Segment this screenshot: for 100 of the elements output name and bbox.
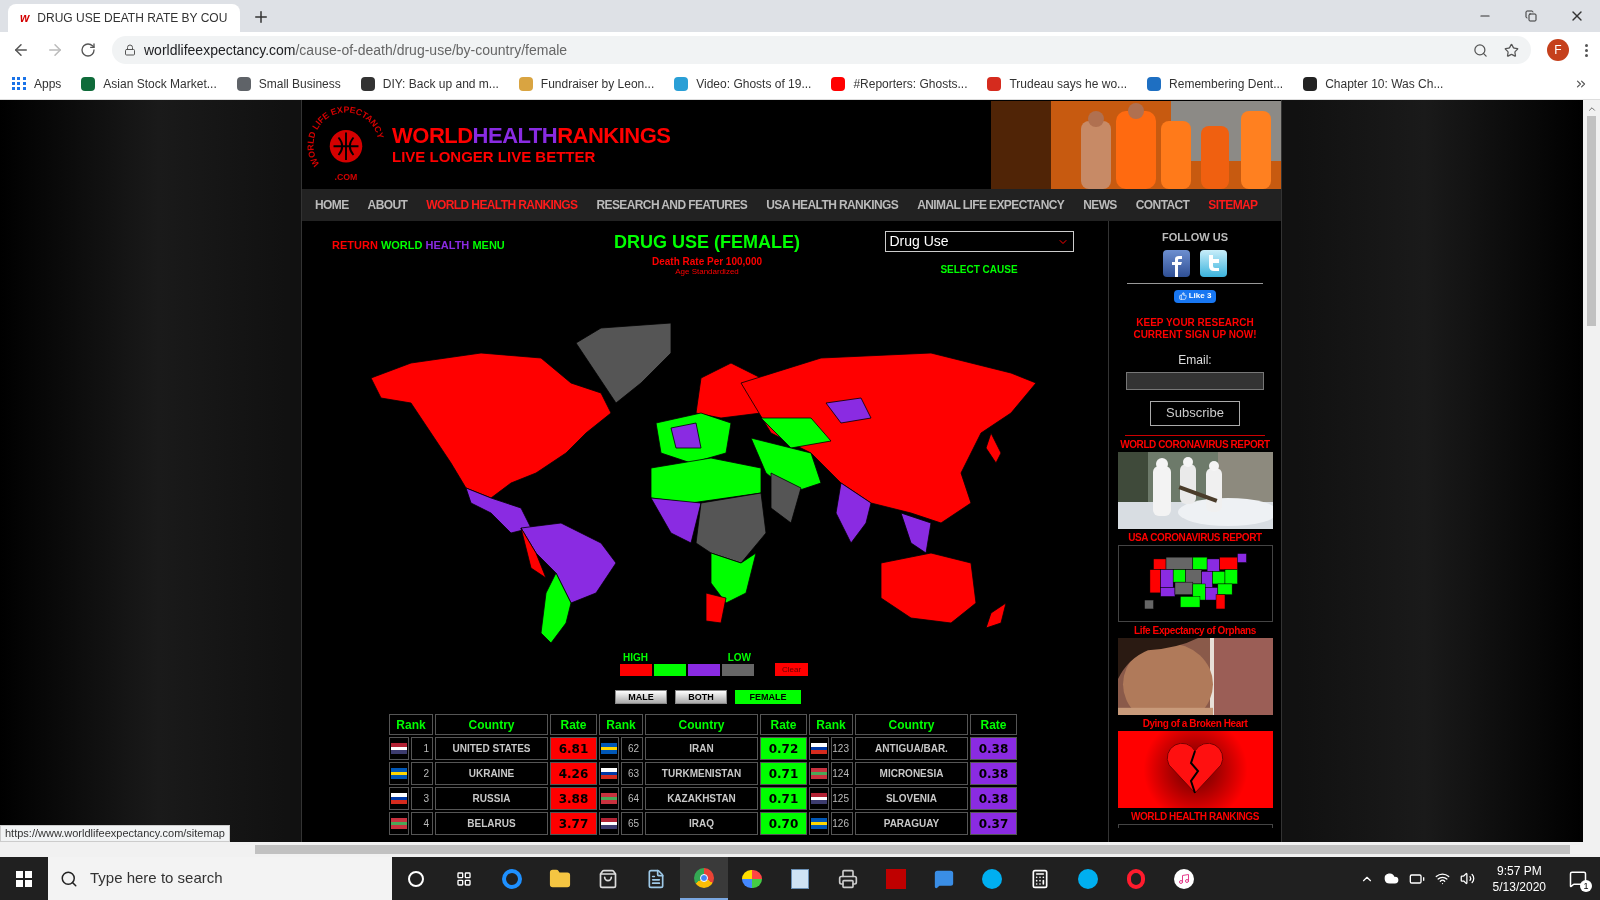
country-cell[interactable]: IRAQ [645,812,758,835]
feature-title[interactable]: Life Expectancy of Orphans [1134,623,1256,638]
cause-select[interactable]: Drug Use [884,231,1074,252]
bookmark-label: Chapter 10: Was Ch... [1325,75,1444,93]
legend-swatch[interactable] [722,664,754,676]
country-cell[interactable]: PARAGUAY [855,812,968,835]
country-cell[interactable]: KAZAKHSTAN [645,787,758,810]
country-cell[interactable]: IRAN [645,737,758,760]
zoom-icon[interactable] [1473,42,1488,58]
rank-cell: 64 [621,787,643,810]
legend-low-label: LOW [727,652,751,664]
bookmark-item[interactable]: Chapter 10: Was Ch... [1303,74,1444,93]
like-button[interactable]: Like 3 [1173,289,1217,303]
column-header: Rank [389,714,433,735]
country-cell[interactable]: MICRONESIA [855,762,968,785]
new-tab-icon[interactable] [252,8,270,26]
rate-cell: 0.38 [970,737,1017,760]
twitter-icon[interactable] [1200,249,1227,277]
country-cell[interactable]: SLOVENIA [855,787,968,810]
bookmark-item[interactable]: Apps [12,74,62,93]
bookmark-star-icon[interactable] [1504,42,1519,58]
email-field[interactable] [1126,371,1264,390]
bookmark-item[interactable]: Asian Stock Market... [81,74,217,93]
age-note: Age Standardized [675,267,739,276]
nav-link[interactable]: WORLD HEALTH RANKINGS [426,196,578,214]
legend-swatch[interactable] [654,664,686,676]
subscribe-button[interactable]: Subscribe [1150,400,1240,426]
rank-cell: 4 [411,812,433,835]
facebook-icon[interactable] [1163,249,1190,277]
taskbar-search-field[interactable]: Type here to search [48,857,392,900]
bookmark-label: Video: Ghosts of 19... [696,75,812,93]
round-browser-icon[interactable] [680,857,728,900]
country-cell[interactable]: BELARUS [435,812,548,835]
broken-heart-banner[interactable] [1117,730,1273,808]
url-text: worldlifeexpectancy.com/cause-of-death/drug-use/by-country/female [144,40,569,60]
bookmark-item[interactable]: Small Business [236,74,341,93]
address-bar[interactable]: worldlifeexpectancy.com/cause-of-death/drug-use/by-country/female [112,36,1531,64]
legend-swatch[interactable] [620,664,652,676]
column-header: Rate [760,714,807,735]
search-icon [60,869,78,888]
rate-cell: 0.71 [760,787,807,810]
volume-icon[interactable] [1459,871,1475,886]
rate-cell: 0.38 [970,762,1017,785]
sex-filter-button[interactable]: MALE [615,690,667,704]
horizontal-scrollbar[interactable] [0,842,1600,857]
nav-link[interactable]: NEWS [1083,196,1117,214]
sex-filter-button[interactable]: BOTH [675,690,727,704]
column-header: Country [435,714,548,735]
country-cell[interactable]: RUSSIA [435,787,548,810]
bookmark-item[interactable]: Fundraiser by Leon... [518,74,655,93]
flag-icon [391,818,407,829]
vertical-scrollbar[interactable] [1583,100,1600,842]
nav-link[interactable]: SITEMAP [1208,196,1258,214]
country-cell[interactable]: UNITED STATES [435,737,548,760]
nav-link[interactable]: USA HEALTH RANKINGS [766,196,899,214]
legend-swatch[interactable] [688,664,720,676]
feature-title[interactable]: WORLD CORONAVIRUS REPORT [1120,437,1270,452]
bookmark-item[interactable]: Video: Ghosts of 19... [674,74,812,93]
rate-cell: 0.37 [970,812,1017,835]
feature-title[interactable]: WORLD HEALTH RANKINGS [1130,809,1260,824]
feature-title[interactable]: Dying of a Broken Heart [1142,716,1248,731]
browser-tab[interactable]: w DRUG USE DEATH RATE BY COU [8,4,240,32]
bookmark-item[interactable]: #Reporters: Ghosts... [831,74,968,93]
bookmark-item[interactable]: Trudeau says he wo... [987,74,1128,93]
nav-link[interactable]: HOME [315,196,349,214]
flag-icon [811,818,827,829]
scrollbar-thumb[interactable] [1587,116,1596,326]
nav-link[interactable]: CONTACT [1135,196,1190,214]
sex-filter-button[interactable]: FEMALE [735,690,801,704]
feature-title[interactable]: USA CORONAVIRUS REPORT [1128,530,1262,545]
country-cell[interactable]: TURKMENISTAN [645,762,758,785]
bookmark-item[interactable]: Remembering Dent... [1147,74,1284,93]
rank-cell: 124 [831,762,853,785]
rate-cell: 0.70 [760,812,807,835]
signup-prompt: KEEP YOUR RESEARCH CURRENT SIGN UP NOW! [1132,316,1258,341]
restore-icon[interactable] [1525,10,1537,22]
flag-icon [601,768,617,779]
country-cell[interactable]: UKRAINE [435,762,548,785]
notification-button[interactable]: 1 [1564,863,1592,894]
reload-icon[interactable] [80,42,96,58]
return-menu-link[interactable]: RETURN WORLD HEALTH MENU [332,239,505,251]
wifi-icon[interactable] [1434,871,1450,886]
cloud-icon[interactable] [1383,871,1399,886]
back-icon[interactable] [12,41,30,59]
nav-link[interactable]: RESEARCH AND FEATURES [596,196,748,214]
flag-icon [601,793,617,804]
flag-icon [601,818,617,829]
nav-link[interactable]: ANIMAL LIFE EXPECTANCY [917,196,1065,214]
site-title[interactable]: WORLDHEALTHRANKINGS [392,123,991,148]
site-tagline: LIVE LONGER LIVE BETTER [392,147,597,166]
country-cell[interactable]: ANTIGUA/BAR. [855,737,968,760]
menu-icon[interactable] [1585,43,1588,57]
legend-high-label: HIGH [623,652,648,664]
scroll-up-icon[interactable] [1586,104,1597,114]
bookmark-label: Asian Stock Market... [103,75,217,93]
clock[interactable]: 9:57 PM 5/13/2020 [1484,862,1554,895]
bookmark-item[interactable]: DIY: Back up and m... [360,74,499,93]
column-header: Rank [809,714,853,735]
nav-link[interactable]: ABOUT [367,196,408,214]
profile-avatar[interactable]: F [1547,39,1569,61]
